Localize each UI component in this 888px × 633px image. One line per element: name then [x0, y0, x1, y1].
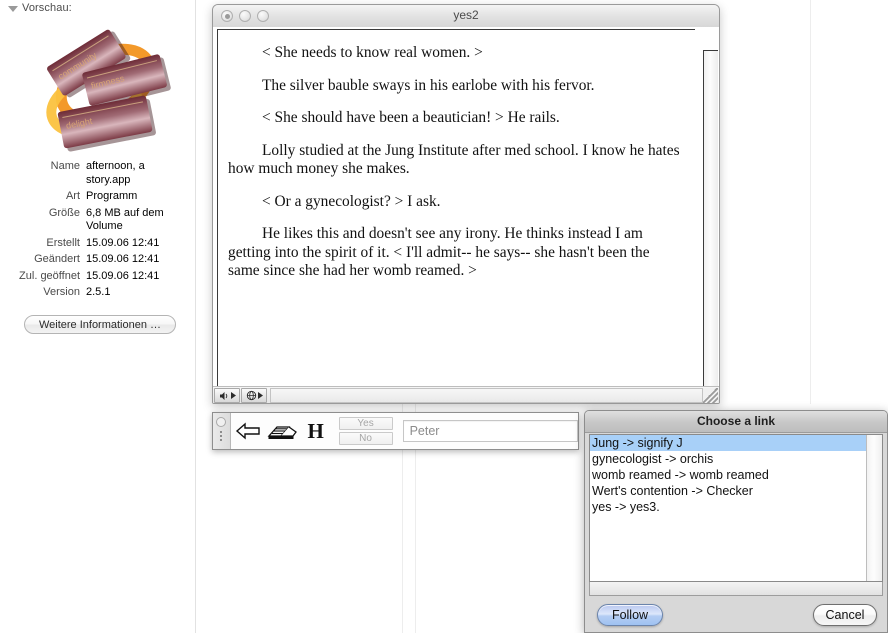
cancel-button[interactable]: Cancel [813, 604, 877, 626]
navigation-toolbar-palette: H Yes No Peter [212, 412, 579, 450]
info-label: Art [65, 190, 80, 202]
list-item[interactable]: yes -> yes3. [590, 499, 866, 515]
document-vertical-scrollbar[interactable] [703, 50, 718, 403]
follow-button[interactable]: Follow [597, 604, 663, 626]
preview-label: Vorschau: [22, 2, 72, 14]
info-label: Version [43, 286, 80, 298]
book-stack-glyph [267, 426, 297, 439]
history-icon-label: H [307, 418, 324, 443]
globe-glyph [246, 390, 256, 401]
list-item[interactable]: gynecologist -> orchis [590, 451, 866, 467]
choose-a-link-dialog: Choose a link Jung -> signify J gynecolo… [584, 410, 888, 633]
info-row: Version 2.5.1 [0, 286, 190, 300]
document-titlebar[interactable]: yes2 [213, 5, 719, 28]
document-text-area[interactable]: < She needs to know real women. > The si… [217, 29, 695, 387]
preview-disclosure-toggle[interactable]: Vorschau: [8, 2, 72, 14]
info-label: Name [50, 160, 80, 172]
info-row: Erstellt 15.09.06 12:41 [0, 237, 190, 251]
info-row: Zul. geöffnet 15.09.06 12:41 [0, 270, 190, 284]
palette-grip-dots [220, 431, 223, 441]
yes-no-button-group: Yes No [338, 417, 393, 445]
triangle-right-icon [257, 392, 263, 399]
speaker-icon[interactable] [214, 388, 240, 403]
info-label: Geändert [34, 253, 80, 265]
link-list-container: Jung -> signify J gynecologist -> orchis… [589, 434, 883, 582]
link-list[interactable]: Jung -> signify J gynecologist -> orchis… [590, 435, 866, 581]
info-row: Geändert 15.09.06 12:41 [0, 253, 190, 267]
info-value: 15.09.06 12:41 [86, 253, 160, 265]
horizontal-scroll-track[interactable] [270, 388, 703, 403]
info-value: Programm [86, 190, 138, 202]
story-paragraph: The silver bauble sways in his earlobe w… [262, 76, 595, 94]
palette-close-button[interactable] [216, 417, 227, 427]
dialog-button-row: Follow Cancel [585, 604, 887, 626]
yes-button[interactable]: Yes [338, 417, 393, 430]
speaker-glyph [219, 391, 227, 400]
info-value: 6,8 MB auf dem Volume [86, 206, 164, 233]
document-horizontal-scrollbar[interactable] [213, 386, 719, 403]
back-arrow-icon[interactable] [231, 416, 265, 446]
info-label: Größe [48, 206, 80, 219]
dialog-title: Choose a link [585, 411, 887, 433]
story-paragraph: He likes this and doesn't see any irony.… [228, 225, 650, 279]
document-title: yes2 [453, 8, 479, 22]
info-row: Art Programm [0, 190, 190, 204]
document-body: < She needs to know real women. > The si… [213, 27, 719, 403]
story-paragraph: < She needs to know real women. > [262, 44, 483, 61]
app-icon: community firmness delight [28, 22, 176, 160]
info-value: 15.09.06 12:41 [86, 236, 160, 249]
document-window-yes2: yes2 < She needs to know real women. > T… [212, 4, 720, 404]
reader-name-field[interactable]: Peter [402, 420, 578, 442]
story-paragraph: < Or a gynecologist? > I ask. [262, 192, 441, 210]
list-item[interactable]: Jung -> signify J [590, 435, 866, 451]
finder-info-sidebar: Vorschau: community firmness delight Nam… [0, 0, 196, 633]
story-paragraph: < She should have been a beautician! > H… [262, 109, 560, 126]
background-divider-far-right [810, 0, 811, 404]
info-label: Zul. geöffnet [19, 269, 80, 282]
info-label: Erstellt [46, 236, 80, 249]
palette-drag-handle[interactable] [213, 413, 231, 449]
info-value: 15.09.06 12:41 [86, 269, 160, 282]
app-icon-graphic: community firmness delight [46, 29, 171, 152]
info-row: Größe 6,8 MB auf dem Volume [0, 207, 190, 234]
book-stack-icon[interactable] [265, 416, 299, 446]
resize-grip[interactable] [703, 388, 718, 403]
back-arrow-glyph [235, 422, 260, 440]
no-button[interactable]: No [338, 432, 393, 445]
list-item[interactable]: womb reamed -> womb reamed [590, 467, 866, 483]
link-list-horizontal-scrollbar[interactable] [589, 582, 883, 596]
more-information-button[interactable]: Weitere Informationen … [24, 315, 176, 334]
history-icon[interactable]: H [299, 416, 333, 446]
info-value: afternoon, a story.app [86, 160, 145, 186]
triangle-right-icon [230, 392, 236, 399]
info-row: Name afternoon, a story.app [0, 160, 190, 187]
chevron-down-icon [8, 6, 18, 12]
file-info-list: Name afternoon, a story.app Art Programm… [0, 160, 190, 303]
info-value: 2.5.1 [86, 286, 111, 298]
story-paragraph: Lolly studied at the Jung Institute afte… [228, 141, 680, 178]
link-list-vertical-scrollbar[interactable] [866, 435, 882, 581]
list-item[interactable]: Wert's contention -> Checker [590, 483, 866, 499]
globe-icon[interactable] [241, 388, 267, 403]
